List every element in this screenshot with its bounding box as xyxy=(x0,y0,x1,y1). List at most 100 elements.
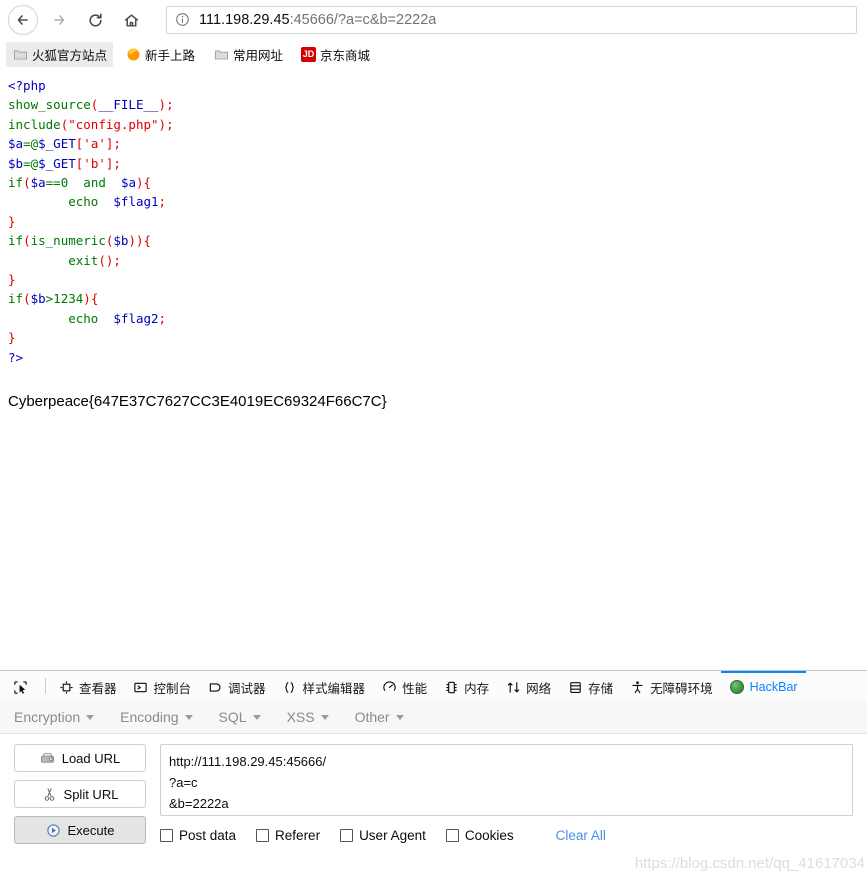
address-bar-text: 111.198.29.45:45666/?a=c&b=2222a xyxy=(199,12,436,28)
referer-checkbox[interactable]: Referer xyxy=(256,828,320,843)
devtools-panel: 查看器 控制台 调试器 样式编辑器 性能 内存 网络 存储 无障碍环境 Hack… xyxy=(0,670,867,882)
code-token: ) xyxy=(158,97,167,113)
hackbar-menu-label-0: Encryption xyxy=(14,709,81,725)
element-picker-button[interactable] xyxy=(4,671,41,701)
devtools-tab-network[interactable]: 网络 xyxy=(497,671,559,701)
toolbar-separator xyxy=(45,678,46,694)
devtools-tab-label-2: 调试器 xyxy=(228,681,266,696)
element-picker-icon xyxy=(12,679,28,695)
scissors-icon xyxy=(42,786,58,802)
code-token: $b xyxy=(8,155,24,171)
bookmark-item-3[interactable]: JD 京东商城 xyxy=(295,42,376,67)
hackbar-url-textarea[interactable]: http://111.198.29.45:45666/ ?a=c &b=2222… xyxy=(160,744,853,816)
hackbar-menu-label-1: Encoding xyxy=(120,709,179,725)
hackbar-panel: Encryption Encoding SQL XSS Other Load U… xyxy=(0,701,867,882)
hackbar-menu-encryption[interactable]: Encryption xyxy=(14,709,95,725)
code-token: ) xyxy=(158,116,167,132)
reload-button[interactable] xyxy=(80,5,110,35)
forward-button[interactable] xyxy=(44,5,74,35)
hackbar-button-column: Load URL Split URL Execute xyxy=(14,744,146,852)
execute-button[interactable]: Execute xyxy=(14,816,146,844)
post-data-checkbox[interactable]: Post data xyxy=(160,828,236,843)
url-rest: :45666/?a=c&b=2222a xyxy=(289,12,437,28)
code-token: $b xyxy=(30,291,46,307)
performance-icon xyxy=(381,679,397,695)
code-token: __FILE__ xyxy=(98,97,159,113)
devtools-tab-label-4: 性能 xyxy=(402,681,428,696)
devtools-tab-accessibility[interactable]: 无障碍环境 xyxy=(621,671,721,701)
chevron-down-icon xyxy=(184,714,193,720)
devtools-tab-label-7: 存储 xyxy=(588,681,614,696)
code-token: =@ xyxy=(23,136,39,152)
home-button[interactable] xyxy=(116,5,146,35)
flag-output-text: Cyberpeace{647E37C7627CC3E4019EC69324F66… xyxy=(8,393,387,411)
bookmark-label-1: 新手上路 xyxy=(145,48,196,63)
hackbar-menu-encoding[interactable]: Encoding xyxy=(120,709,193,725)
network-icon xyxy=(505,679,521,695)
code-token: () xyxy=(98,252,114,268)
bookmark-item-1[interactable]: 新手上路 xyxy=(119,42,201,67)
code-token: } xyxy=(8,213,16,229)
page-content-area: <?php show_source (__FILE__); include ("co… xyxy=(0,70,867,670)
checkbox-box xyxy=(445,829,459,842)
code-token: $_GET xyxy=(38,136,76,152)
hackbar-menu-xss[interactable]: XSS xyxy=(287,709,329,725)
devtools-tab-style-editor[interactable]: 样式编辑器 xyxy=(274,671,374,701)
code-token: ?> xyxy=(8,349,24,365)
checkbox-box xyxy=(256,829,270,842)
chevron-down-icon xyxy=(395,714,404,720)
hackbar-menu-other[interactable]: Other xyxy=(355,709,404,725)
info-circle-icon[interactable] xyxy=(175,12,191,28)
php-source-code: <?php show_source (__FILE__); include ("co… xyxy=(8,76,859,367)
bookmark-item-0[interactable]: 火狐官方站点 xyxy=(6,41,114,67)
bookmark-item-2[interactable]: 常用网址 xyxy=(207,42,289,67)
cookies-checkbox[interactable]: Cookies xyxy=(445,828,514,843)
code-token: ( xyxy=(23,233,31,249)
code-token: ==0 xyxy=(45,175,84,191)
load-url-button[interactable]: Load URL xyxy=(14,744,146,772)
execute-label: Execute xyxy=(67,822,115,838)
address-bar[interactable]: 111.198.29.45:45666/?a=c&b=2222a xyxy=(166,6,857,34)
devtools-tab-performance[interactable]: 性能 xyxy=(373,671,435,701)
code-token: ) xyxy=(83,291,91,307)
code-token: "config.php" xyxy=(68,116,159,132)
devtools-tab-inspector[interactable]: 查看器 xyxy=(50,671,125,701)
hackbar-menubar: Encryption Encoding SQL XSS Other xyxy=(0,701,867,734)
code-token: } xyxy=(8,272,16,288)
inspector-icon xyxy=(58,679,74,695)
devtools-tab-hackbar[interactable]: HackBar xyxy=(720,671,806,701)
debugger-icon xyxy=(207,679,223,695)
storage-icon xyxy=(567,679,583,695)
devtools-tab-storage[interactable]: 存储 xyxy=(559,671,621,701)
style-editor-icon xyxy=(282,679,298,695)
devtools-tab-label-3: 样式编辑器 xyxy=(302,681,366,696)
code-token: ; xyxy=(158,310,167,326)
code-token: ; xyxy=(113,136,121,152)
load-url-label: Load URL xyxy=(61,750,121,766)
folder-icon xyxy=(12,46,28,62)
hackbar-menu-sql[interactable]: SQL xyxy=(219,709,261,725)
code-token: ; xyxy=(113,155,121,171)
firefox-icon xyxy=(125,46,141,62)
devtools-tab-debugger[interactable]: 调试器 xyxy=(199,671,274,701)
back-button[interactable] xyxy=(8,5,38,35)
devtools-tab-memory[interactable]: 内存 xyxy=(435,671,497,701)
bookmark-label-3: 京东商城 xyxy=(320,48,371,63)
code-token: ; xyxy=(166,97,174,113)
chevron-down-icon xyxy=(86,714,95,720)
code-token: include xyxy=(8,116,61,132)
user-agent-checkbox[interactable]: User Agent xyxy=(340,828,426,843)
code-token: $flag2 xyxy=(113,310,159,326)
split-url-button[interactable]: Split URL xyxy=(14,780,146,808)
jd-icon: JD xyxy=(301,46,317,62)
devtools-tab-console[interactable]: 控制台 xyxy=(125,671,200,701)
code-token: is_numeric xyxy=(30,233,106,249)
code-token: ( xyxy=(23,175,31,191)
code-token: <?php xyxy=(8,78,46,93)
code-token: { xyxy=(143,233,152,249)
clear-all-link[interactable]: Clear All xyxy=(556,828,606,843)
code-token: ( xyxy=(23,291,31,307)
